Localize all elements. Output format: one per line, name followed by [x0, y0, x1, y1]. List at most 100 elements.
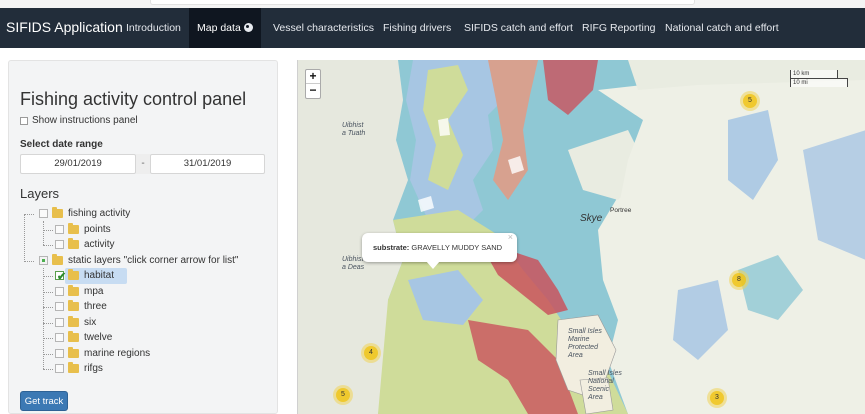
scale-bar: 10 km 10 mi — [790, 70, 850, 88]
tree-node-label: fishing activity — [68, 208, 131, 219]
cluster-count: 5 — [336, 388, 350, 402]
globe-icon — [243, 23, 253, 32]
date-start-input[interactable]: 29/01/2019 — [20, 154, 136, 174]
zoom-control: + − — [305, 69, 321, 99]
date-range-separator: - — [136, 154, 150, 174]
place-line: Uibhist — [342, 256, 364, 263]
folder-icon — [52, 254, 63, 265]
tree-connector — [43, 307, 53, 308]
tree-node-label: points — [84, 224, 111, 235]
tree-connector — [24, 214, 25, 262]
instructions-checkbox[interactable] — [20, 117, 28, 125]
nav-introduction[interactable]: Introduction — [118, 8, 189, 48]
place-skye: Skye — [580, 213, 603, 224]
tree-node-label: marine regions — [84, 348, 151, 359]
folder-icon — [68, 347, 79, 358]
tree-connector — [43, 245, 53, 246]
tree-node-label: mpa — [84, 286, 104, 297]
tree-connector — [24, 261, 34, 262]
tree-checkbox[interactable] — [55, 318, 64, 327]
place-line: Area — [568, 352, 583, 359]
tree-connector — [43, 369, 53, 370]
app-brand[interactable]: SIFIDS Application — [6, 19, 123, 35]
place-line: Uibhist — [342, 122, 364, 129]
layers-title: Layers — [20, 186, 60, 201]
tree-checkbox-partial[interactable] — [39, 256, 48, 265]
place-line: a Deas — [342, 264, 365, 271]
map-view[interactable]: + − 10 km 10 mi Uibhist a Tuath Uibhist a … — [297, 60, 865, 414]
cluster-count: 4 — [364, 346, 378, 360]
tree-node-label: six — [84, 317, 97, 328]
browser-top-strip — [0, 0, 865, 8]
place-small-isles-mpa: Small Isles Marine Protected Area — [568, 328, 602, 360]
close-icon[interactable]: × — [508, 223, 513, 252]
zoom-out-button[interactable]: − — [306, 84, 320, 98]
instructions-label[interactable]: Show instructions panel — [32, 115, 138, 126]
folder-icon — [68, 238, 79, 249]
place-line: Protected — [568, 344, 598, 351]
top-tab-edge — [150, 0, 695, 5]
popup-value: GRAVELLY MUDDY SAND — [411, 243, 503, 252]
place-uibhist-tuath: Uibhist a Tuath — [342, 122, 365, 138]
tree-connector — [24, 214, 34, 215]
tree-connector — [43, 323, 53, 324]
tree-node-label: three — [84, 301, 107, 312]
tree-checkbox[interactable] — [55, 225, 64, 234]
nav-sifids-catch-and-effort[interactable]: SIFIDS catch and effort — [456, 8, 581, 48]
nav-fishing-drivers[interactable]: Fishing drivers — [375, 8, 459, 48]
folder-icon — [68, 300, 79, 311]
place-small-isles-nsa: Small Isles National Scenic Area — [588, 370, 622, 402]
tree-checkbox[interactable] — [55, 333, 64, 342]
date-range-label: Select date range — [20, 139, 103, 150]
marker-cluster[interactable]: 5 — [333, 385, 353, 405]
tree-node-label: activity — [84, 239, 115, 250]
get-track-button[interactable]: Get track — [20, 391, 68, 411]
place-line: Area — [588, 394, 603, 401]
place-line: Marine — [568, 336, 590, 343]
marker-cluster[interactable]: 5 — [740, 91, 760, 111]
tree-checkbox[interactable] — [55, 240, 64, 249]
date-end-input[interactable]: 31/01/2019 — [150, 154, 265, 174]
cluster-count: 5 — [743, 94, 757, 108]
map-popup: substrate: GRAVELLY MUDDY SAND × — [362, 232, 517, 269]
place-line: Small Isles — [568, 328, 602, 335]
tree-checkbox[interactable] — [55, 302, 64, 311]
place-line: Small Isles — [588, 370, 622, 377]
tree-checkbox[interactable] — [55, 349, 64, 358]
place-portree: Portree — [610, 207, 632, 214]
folder-icon — [68, 285, 79, 296]
nav-rifg-reporting[interactable]: RIFG Reporting — [574, 8, 664, 48]
marker-cluster[interactable]: 8 — [729, 270, 749, 290]
tree-connector — [43, 354, 53, 355]
tree-connector — [43, 221, 44, 245]
cluster-count: 3 — [710, 391, 724, 405]
folder-icon — [68, 316, 79, 327]
tree-checkbox[interactable] — [39, 209, 48, 218]
tree-checkbox[interactable] — [55, 364, 64, 373]
tree-node-label: habitat — [84, 270, 115, 281]
control-panel: Fishing activity control panel Show inst… — [8, 60, 278, 414]
tree-connector — [43, 230, 53, 231]
marker-cluster[interactable]: 4 — [361, 343, 381, 363]
zoom-in-button[interactable]: + — [306, 70, 320, 84]
place-uibhist-deas: Uibhist a Deas — [342, 256, 364, 272]
nav-national-catch-and-effort[interactable]: National catch and effort — [657, 8, 787, 48]
tree-checkbox-checked[interactable]: ✔ — [55, 271, 67, 283]
folder-icon — [68, 331, 79, 342]
check-icon: ✔ — [57, 271, 67, 283]
marker-cluster[interactable]: 3 — [707, 388, 727, 408]
popup-key: substrate: — [373, 243, 410, 252]
nav-vessel-characteristics[interactable]: Vessel characteristics — [265, 8, 382, 48]
folder-icon — [52, 207, 63, 218]
tree-connector — [43, 338, 53, 339]
folder-icon — [68, 223, 79, 234]
tree-node-label: rifgs — [84, 363, 103, 374]
nav-map-data[interactable]: Map data — [189, 8, 261, 48]
tree-node-label: twelve — [84, 332, 113, 343]
tree-connector — [43, 292, 53, 293]
navbar: SIFIDS Application Introduction Map data… — [0, 8, 865, 48]
place-line: Scenic — [588, 386, 610, 393]
tree-checkbox[interactable] — [55, 287, 64, 296]
tree-node-label: static layers "click corner arrow for li… — [68, 255, 239, 266]
place-line: a Tuath — [342, 130, 366, 137]
